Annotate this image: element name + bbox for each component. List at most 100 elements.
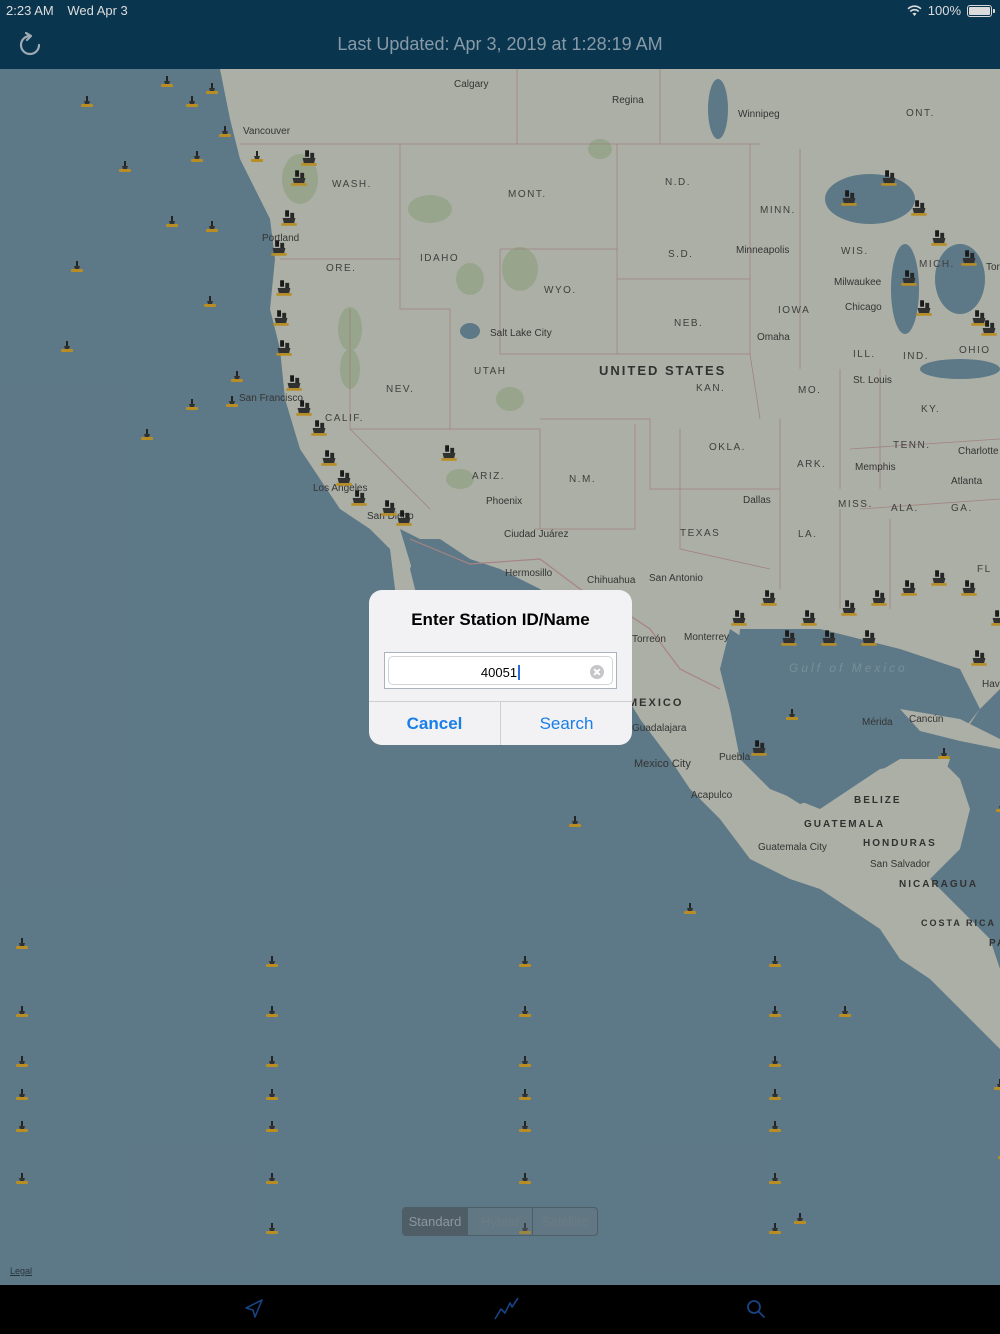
buoy-icon[interactable] <box>265 1087 279 1101</box>
search-button[interactable]: Search <box>501 702 632 745</box>
station-cluster-icon[interactable] <box>910 199 928 217</box>
station-cluster-icon[interactable] <box>300 149 318 167</box>
station-cluster-icon[interactable] <box>275 339 293 357</box>
buoy-icon[interactable] <box>60 339 74 353</box>
buoy-icon[interactable] <box>140 427 154 441</box>
buoy-icon[interactable] <box>793 1211 807 1225</box>
station-cluster-icon[interactable] <box>990 609 1000 627</box>
map-type-satellite[interactable]: Satellite <box>533 1208 597 1235</box>
buoy-icon[interactable] <box>768 1004 782 1018</box>
station-cluster-icon[interactable] <box>285 374 303 392</box>
station-cluster-icon[interactable] <box>295 399 313 417</box>
station-cluster-icon[interactable] <box>915 299 933 317</box>
buoy-icon[interactable] <box>225 394 239 408</box>
buoy-icon[interactable] <box>160 74 174 88</box>
station-cluster-icon[interactable] <box>350 489 368 507</box>
station-cluster-icon[interactable] <box>290 169 308 187</box>
station-cluster-icon[interactable] <box>970 649 988 667</box>
station-cluster-icon[interactable] <box>270 239 288 257</box>
station-cluster-icon[interactable] <box>335 469 353 487</box>
city-label: San Francisco <box>239 393 303 404</box>
buoy-icon[interactable] <box>265 954 279 968</box>
buoy-icon[interactable] <box>185 397 199 411</box>
buoy-icon[interactable] <box>785 707 799 721</box>
station-cluster-icon[interactable] <box>930 229 948 247</box>
station-cluster-icon[interactable] <box>800 609 818 627</box>
station-cluster-icon[interactable] <box>960 249 978 267</box>
station-cluster-icon[interactable] <box>780 629 798 647</box>
station-cluster-icon[interactable] <box>840 599 858 617</box>
buoy-icon[interactable] <box>838 1004 852 1018</box>
buoy-icon[interactable] <box>518 1171 532 1185</box>
buoy-icon[interactable] <box>768 1054 782 1068</box>
buoy-icon[interactable] <box>15 1119 29 1133</box>
buoy-icon[interactable] <box>15 1004 29 1018</box>
chart-icon[interactable] <box>492 1295 520 1323</box>
buoy-icon[interactable] <box>768 1171 782 1185</box>
clear-text-icon[interactable] <box>590 665 604 679</box>
buoy-icon[interactable] <box>768 954 782 968</box>
buoy-icon[interactable] <box>768 1119 782 1133</box>
map-type-hybrid[interactable]: Hybrid <box>468 1208 533 1235</box>
station-cluster-icon[interactable] <box>272 309 290 327</box>
buoy-icon[interactable] <box>518 1004 532 1018</box>
buoy-icon[interactable] <box>518 954 532 968</box>
buoy-icon[interactable] <box>185 94 199 108</box>
buoy-icon[interactable] <box>205 81 219 95</box>
buoy-icon[interactable] <box>518 1054 532 1068</box>
buoy-icon[interactable] <box>205 219 219 233</box>
buoy-icon[interactable] <box>265 1171 279 1185</box>
buoy-icon[interactable] <box>768 1087 782 1101</box>
cancel-button[interactable]: Cancel <box>369 702 501 745</box>
buoy-icon[interactable] <box>265 1054 279 1068</box>
station-cluster-icon[interactable] <box>760 589 778 607</box>
station-cluster-icon[interactable] <box>930 569 948 587</box>
buoy-icon[interactable] <box>768 1221 782 1235</box>
station-cluster-icon[interactable] <box>870 589 888 607</box>
buoy-icon[interactable] <box>683 901 697 915</box>
buoy-icon[interactable] <box>265 1004 279 1018</box>
station-cluster-icon[interactable] <box>900 579 918 597</box>
station-cluster-icon[interactable] <box>440 444 458 462</box>
buoy-icon[interactable] <box>15 1054 29 1068</box>
buoy-icon[interactable] <box>995 799 1000 813</box>
search-icon[interactable] <box>742 1295 770 1323</box>
buoy-icon[interactable] <box>230 369 244 383</box>
buoy-icon[interactable] <box>250 149 264 163</box>
buoy-icon[interactable] <box>165 214 179 228</box>
buoy-icon[interactable] <box>265 1119 279 1133</box>
buoy-icon[interactable] <box>937 746 951 760</box>
buoy-icon[interactable] <box>15 1087 29 1101</box>
station-cluster-icon[interactable] <box>750 739 768 757</box>
station-cluster-icon[interactable] <box>320 449 338 467</box>
station-cluster-icon[interactable] <box>860 629 878 647</box>
station-cluster-icon[interactable] <box>900 269 918 287</box>
station-cluster-icon[interactable] <box>980 319 998 337</box>
buoy-icon[interactable] <box>518 1087 532 1101</box>
station-cluster-icon[interactable] <box>820 629 838 647</box>
legal-link[interactable]: Legal <box>10 1266 32 1276</box>
buoy-icon[interactable] <box>568 814 582 828</box>
station-cluster-icon[interactable] <box>310 419 328 437</box>
buoy-icon[interactable] <box>203 294 217 308</box>
station-cluster-icon[interactable] <box>280 209 298 227</box>
buoy-icon[interactable] <box>80 94 94 108</box>
buoy-icon[interactable] <box>15 936 29 950</box>
map-type-standard[interactable]: Standard <box>403 1208 468 1235</box>
location-arrow-icon[interactable] <box>240 1295 268 1323</box>
buoy-icon[interactable] <box>218 124 232 138</box>
station-cluster-icon[interactable] <box>275 279 293 297</box>
station-cluster-icon[interactable] <box>395 509 413 527</box>
buoy-icon[interactable] <box>190 149 204 163</box>
buoy-icon[interactable] <box>518 1119 532 1133</box>
buoy-icon[interactable] <box>15 1171 29 1185</box>
buoy-icon[interactable] <box>265 1221 279 1235</box>
buoy-icon[interactable] <box>70 259 84 273</box>
buoy-icon[interactable] <box>118 159 132 173</box>
station-id-input[interactable]: 40051 <box>388 656 613 685</box>
station-cluster-icon[interactable] <box>840 189 858 207</box>
station-cluster-icon[interactable] <box>730 609 748 627</box>
buoy-icon[interactable] <box>993 1077 1000 1091</box>
station-cluster-icon[interactable] <box>880 169 898 187</box>
station-cluster-icon[interactable] <box>960 579 978 597</box>
